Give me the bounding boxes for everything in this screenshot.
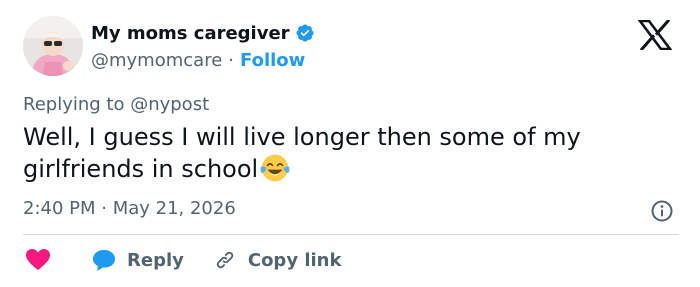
like-button[interactable]: [23, 248, 51, 272]
follow-button[interactable]: Follow: [240, 50, 305, 71]
separator-dot: ·: [228, 49, 235, 71]
info-icon[interactable]: [650, 199, 674, 223]
author-handle-row: @mymomcare · Follow: [91, 48, 305, 72]
reply-button[interactable]: Reply: [51, 247, 184, 273]
author-name-row: My moms caregiver: [91, 22, 315, 44]
link-icon: [216, 251, 234, 269]
copy-link-label: Copy link: [247, 249, 342, 271]
face-with-tears-of-joy-emoji: [260, 154, 290, 182]
tweet-card: My moms caregiver @mymomcare · Follow Re…: [0, 0, 700, 287]
avatar-photo: [23, 16, 83, 76]
heart-icon: [26, 249, 50, 270]
reply-bubble-icon: [93, 250, 115, 271]
x-logo[interactable]: [638, 20, 672, 50]
display-name[interactable]: My moms caregiver: [91, 23, 290, 44]
tweet-body: Well, I guess I will live longer then so…: [23, 123, 581, 183]
tweet-timestamp[interactable]: 2:40 PM · May 21, 2026: [23, 198, 236, 219]
divider: [23, 234, 679, 235]
avatar[interactable]: [23, 16, 83, 76]
copy-link-button[interactable]: Copy link: [184, 249, 342, 271]
tweet-text: Well, I guess I will live longer then so…: [23, 121, 643, 185]
author-handle[interactable]: @mymomcare: [91, 50, 222, 71]
replying-to: Replying to @nypost: [23, 94, 210, 115]
reply-label: Reply: [127, 249, 184, 271]
action-bar: Reply Copy link: [23, 246, 341, 274]
verified-badge-icon: [296, 24, 314, 42]
